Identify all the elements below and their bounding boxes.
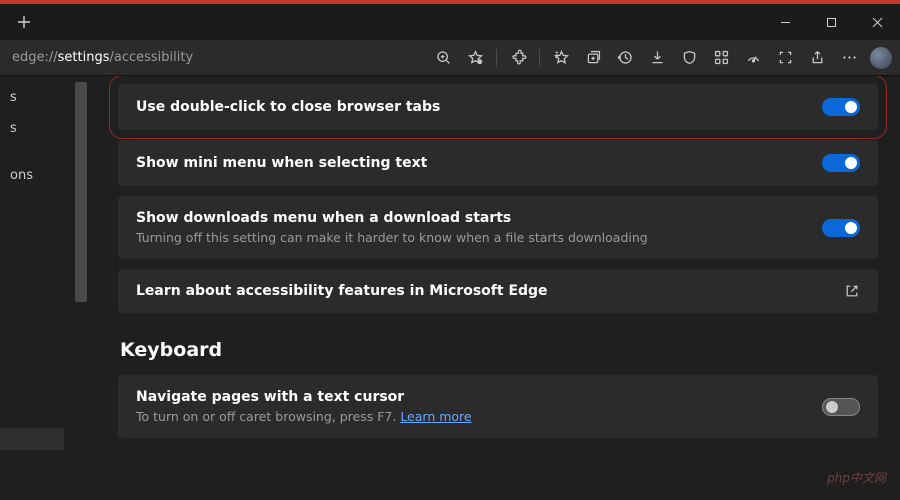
setting-title: Show downloads menu when a download star… <box>136 210 648 226</box>
setting-title: Navigate pages with a text cursor <box>136 389 472 405</box>
watermark: php中文网 <box>827 469 886 486</box>
menu-icon[interactable] <box>834 43 864 73</box>
collections-icon[interactable] <box>578 43 608 73</box>
apps-icon[interactable] <box>706 43 736 73</box>
share-icon[interactable] <box>802 43 832 73</box>
address-bar[interactable]: edge://settings/accessibility <box>12 50 193 65</box>
window-close-button[interactable] <box>854 4 900 40</box>
setting-subtitle: Turning off this setting can make it har… <box>136 230 648 245</box>
favorites-icon[interactable] <box>546 43 576 73</box>
url-scheme: edge:// <box>12 50 58 65</box>
setting-title: Learn about accessibility features in Mi… <box>136 283 548 299</box>
setting-double-click-close-tabs: Use double-click to close browser tabs <box>118 84 878 130</box>
web-capture-icon[interactable] <box>770 43 800 73</box>
sidebar-selection-indicator <box>0 428 64 450</box>
toolbar-separator <box>496 49 497 67</box>
address-bar-row: edge://settings/accessibility <box>0 40 900 76</box>
window-maximize-button[interactable] <box>808 4 854 40</box>
new-tab-button[interactable] <box>8 8 40 36</box>
sidebar-scroll-thumb[interactable] <box>75 82 87 302</box>
sidebar-scroll-track[interactable] <box>74 82 88 500</box>
setting-title: Use double-click to close browser tabs <box>136 99 440 115</box>
setting-title: Show mini menu when selecting text <box>136 155 427 171</box>
settings-sidebar: s s ons <box>0 76 88 500</box>
learn-accessibility-link-card[interactable]: Learn about accessibility features in Mi… <box>118 269 878 313</box>
external-link-icon <box>844 283 860 299</box>
toggle-caret-browsing[interactable] <box>822 398 860 416</box>
section-heading-keyboard: Keyboard <box>120 339 878 361</box>
downloads-icon[interactable] <box>642 43 672 73</box>
tracking-prevention-icon[interactable] <box>674 43 704 73</box>
toggle-downloads-menu[interactable] <box>822 219 860 237</box>
url-host: settings <box>58 50 110 65</box>
performance-icon[interactable] <box>738 43 768 73</box>
profile-avatar[interactable] <box>870 47 892 69</box>
toolbar <box>428 43 892 73</box>
extensions-icon[interactable] <box>503 43 533 73</box>
toggle-mini-menu[interactable] <box>822 154 860 172</box>
history-icon[interactable] <box>610 43 640 73</box>
settings-content: Use double-click to close browser tabs S… <box>88 76 900 500</box>
learn-more-link[interactable]: Learn more <box>400 409 471 424</box>
setting-mini-menu: Show mini menu when selecting text <box>118 140 878 186</box>
setting-downloads-menu: Show downloads menu when a download star… <box>118 196 878 259</box>
url-path: /accessibility <box>109 50 193 65</box>
zoom-icon[interactable] <box>428 43 458 73</box>
caret-sub-text: To turn on or off caret browsing, press … <box>136 409 400 424</box>
setting-caret-browsing: Navigate pages with a text cursor To tur… <box>118 375 878 438</box>
toolbar-separator <box>539 49 540 67</box>
setting-subtitle: To turn on or off caret browsing, press … <box>136 409 472 424</box>
titlebar <box>0 4 900 40</box>
toggle-double-click-close-tabs[interactable] <box>822 98 860 116</box>
favorite-star-icon[interactable] <box>460 43 490 73</box>
window-minimize-button[interactable] <box>762 4 808 40</box>
